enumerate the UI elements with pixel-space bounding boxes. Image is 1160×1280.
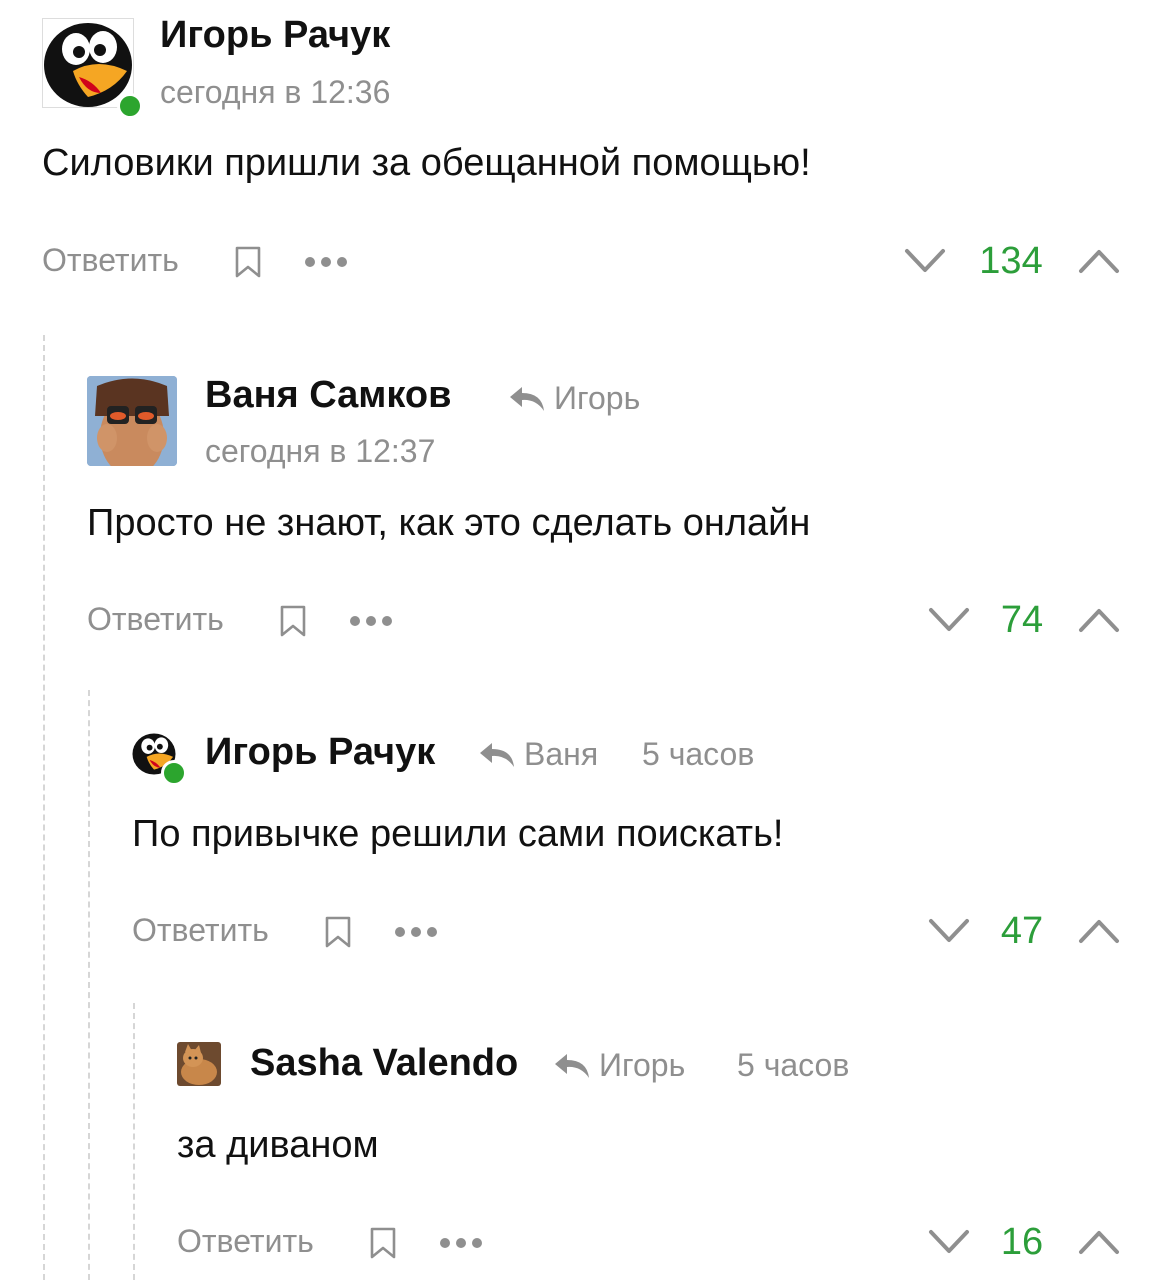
comment-time: сегодня в 12:36 (160, 74, 391, 110)
downvote-icon[interactable] (928, 607, 970, 638)
more-options-icon[interactable] (394, 925, 438, 943)
reply-to-name: Игорь (599, 1047, 686, 1083)
online-indicator (161, 760, 187, 786)
more-options-icon[interactable] (439, 1236, 483, 1254)
comment-text: Просто не знают, как это сделать онлайн (87, 502, 811, 544)
reply-button[interactable]: Ответить (132, 912, 269, 949)
comment-text: Силовики пришли за обещанной помощью! (42, 142, 811, 184)
downvote-icon[interactable] (904, 248, 946, 279)
upvote-icon[interactable] (1078, 1229, 1120, 1260)
reply-button[interactable]: Ответить (177, 1223, 314, 1260)
avatar[interactable] (177, 1042, 221, 1086)
more-options-icon[interactable] (349, 614, 393, 632)
cat-avatar-icon (177, 1042, 221, 1086)
author-name[interactable]: Игорь Рачук (160, 14, 390, 57)
comment-time: 5 часов (642, 736, 755, 772)
upvote-icon[interactable] (1078, 918, 1120, 949)
comment-time: сегодня в 12:37 (205, 433, 436, 469)
thread-line-level-1 (43, 335, 45, 1280)
bookmark-icon[interactable] (234, 246, 262, 283)
reply-arrow-icon (510, 386, 544, 411)
reply-to-link[interactable]: Игорь (508, 380, 640, 417)
author-name[interactable]: Sasha Valendo (250, 1042, 518, 1085)
author-name[interactable]: Игорь Рачук (205, 731, 435, 774)
rating-score: 16 (1000, 1221, 1044, 1263)
reply-arrow-icon (555, 1053, 589, 1078)
comment-text: за диваном (177, 1124, 379, 1166)
avatar[interactable] (87, 376, 177, 466)
comment-time: 5 часов (737, 1047, 850, 1083)
online-indicator (117, 93, 143, 119)
thread-line-level-3 (133, 1003, 135, 1280)
reply-arrow-icon (480, 742, 514, 767)
reply-to-link[interactable]: Игорь (553, 1047, 685, 1084)
upvote-icon[interactable] (1078, 248, 1120, 279)
avatar[interactable] (42, 18, 134, 108)
binoculars-avatar-icon (87, 376, 177, 466)
penguin-avatar-icon (44, 23, 132, 107)
reply-to-name: Ваня (524, 736, 599, 772)
reply-button[interactable]: Ответить (42, 242, 179, 279)
bookmark-icon[interactable] (324, 916, 352, 953)
rating-score: 74 (1000, 599, 1044, 641)
downvote-icon[interactable] (928, 918, 970, 949)
rating-score: 47 (1000, 910, 1044, 952)
comment-text: По привычке решили сами поискать! (132, 813, 784, 855)
reply-to-link[interactable]: Ваня (478, 736, 598, 773)
thread-line-level-2 (88, 690, 90, 1280)
more-options-icon[interactable] (304, 255, 348, 273)
upvote-icon[interactable] (1078, 607, 1120, 638)
downvote-icon[interactable] (928, 1229, 970, 1260)
bookmark-icon[interactable] (279, 605, 307, 642)
reply-button[interactable]: Ответить (87, 601, 224, 638)
author-name[interactable]: Ваня Самков (205, 374, 452, 417)
reply-to-name: Игорь (554, 380, 641, 416)
bookmark-icon[interactable] (369, 1227, 397, 1264)
rating-score: 134 (979, 240, 1043, 282)
